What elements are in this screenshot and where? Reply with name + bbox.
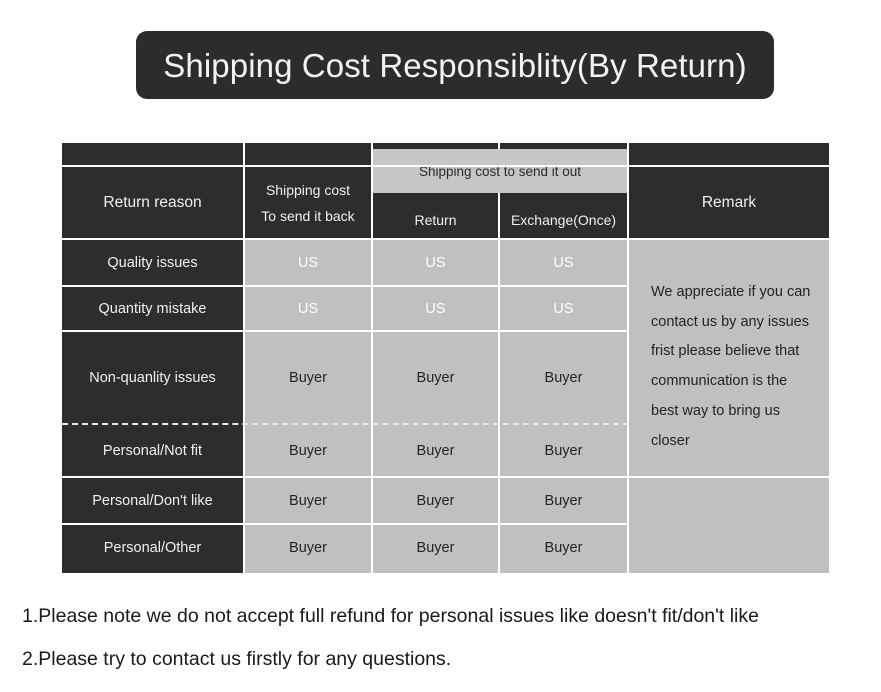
column-divider <box>371 143 373 573</box>
table-cell-send-back: Buyer <box>245 425 371 478</box>
table-cell-return: Buyer <box>373 478 498 525</box>
cell-value: Buyer <box>416 492 455 509</box>
header-shipping-cost-line1: Shipping cost <box>265 181 351 198</box>
table-row: Personal/Not fit <box>62 425 243 478</box>
remark-inner-rule <box>629 476 829 478</box>
header-sub-return-label: Return <box>414 211 457 228</box>
cell-value: Buyer <box>289 492 327 509</box>
row-divider <box>62 330 629 332</box>
table-cell-return: Buyer <box>373 332 498 425</box>
cell-value: US <box>553 300 574 317</box>
header-sub-exchange-label: Exchange(Once) <box>510 211 617 228</box>
header-remark: Remark <box>629 167 829 239</box>
header-shipping-cost-send-back: Shipping cost To send it back <box>245 167 371 239</box>
cell-value: US <box>425 254 446 271</box>
row-reason-label: Quantity mistake <box>98 300 207 317</box>
header-return-reason: Return reason <box>62 167 243 239</box>
table-cell-exchange: Buyer <box>500 525 627 573</box>
column-divider <box>627 143 629 573</box>
row-reason-label: Personal/Don't like <box>92 492 213 509</box>
table-cell-exchange: US <box>500 240 627 287</box>
table-cell-exchange: US <box>500 287 627 332</box>
table-cell-send-back: Buyer <box>245 332 371 425</box>
cell-value: Buyer <box>289 540 327 557</box>
row-divider-dashed <box>62 423 629 425</box>
cell-value: Buyer <box>416 540 455 557</box>
page-title-banner: Shipping Cost Responsiblity(By Return) <box>136 31 774 99</box>
row-divider <box>62 476 629 478</box>
remark-header-divider <box>629 238 829 240</box>
column-divider <box>243 143 245 573</box>
header-strip-col5 <box>629 143 829 165</box>
cell-value: US <box>553 254 574 271</box>
table-row: Quality issues <box>62 240 243 287</box>
cell-value: US <box>297 254 319 271</box>
table-cell-exchange: Buyer <box>500 332 627 425</box>
shipping-cost-table: Return reason Shipping cost To send it b… <box>62 143 829 573</box>
table-row: Personal/Other <box>62 525 243 573</box>
row-reason-label: Personal/Other <box>103 540 202 557</box>
row-divider <box>62 238 629 240</box>
row-reason-label: Quality issues <box>107 254 198 271</box>
header-send-out-group: Shipping cost to send it out <box>373 149 627 193</box>
cell-value: Buyer <box>544 442 583 459</box>
table-cell-send-back: Buyer <box>245 478 371 525</box>
table-row: Quantity mistake <box>62 287 243 332</box>
cell-value: US <box>297 300 319 317</box>
row-divider <box>62 523 629 525</box>
cell-value: Buyer <box>544 369 583 386</box>
table-row: Personal/Don't like <box>62 478 243 525</box>
row-reason-label: Personal/Not fit <box>102 442 203 459</box>
column-divider <box>498 193 500 573</box>
footer-note-1: 1.Please note we do not accept full refu… <box>22 605 759 627</box>
header-shipping-cost-line2: To send it back <box>261 208 355 224</box>
footer-note-2: 2.Please try to contact us firstly for a… <box>22 647 452 670</box>
cell-value: Buyer <box>416 369 455 386</box>
cell-value: US <box>425 300 446 317</box>
header-divider-rule <box>62 165 829 167</box>
cell-value: Buyer <box>416 442 455 459</box>
cell-value: Buyer <box>289 369 327 386</box>
cell-value: Buyer <box>544 492 583 509</box>
table-cell-return: Buyer <box>373 525 498 573</box>
table-cell-return: Buyer <box>373 425 498 478</box>
table-cell-send-back: US <box>245 240 371 287</box>
table-cell-return: US <box>373 240 498 287</box>
header-strip-col2 <box>245 143 371 165</box>
cell-value: Buyer <box>289 442 327 459</box>
remark-body-text: We appreciate if you can contact us by a… <box>629 240 829 573</box>
table-cell-exchange: Buyer <box>500 425 627 478</box>
footer-notes: 1.Please note we do not accept full refu… <box>22 605 872 692</box>
row-reason-label: Non-quanlity issues <box>89 369 216 386</box>
table-cell-send-back: Buyer <box>245 525 371 573</box>
row-divider <box>62 285 629 287</box>
header-return-reason-label: Return reason <box>103 193 202 211</box>
cell-value: Buyer <box>544 540 583 557</box>
header-strip-col1 <box>62 143 243 165</box>
table-row: Non-quanlity issues <box>62 332 243 425</box>
header-remark-label: Remark <box>701 193 757 211</box>
table-cell-return: US <box>373 287 498 332</box>
table-cell-send-back: US <box>245 287 371 332</box>
page-title: Shipping Cost Responsiblity(By Return) <box>163 46 747 84</box>
table-cell-exchange: Buyer <box>500 478 627 525</box>
